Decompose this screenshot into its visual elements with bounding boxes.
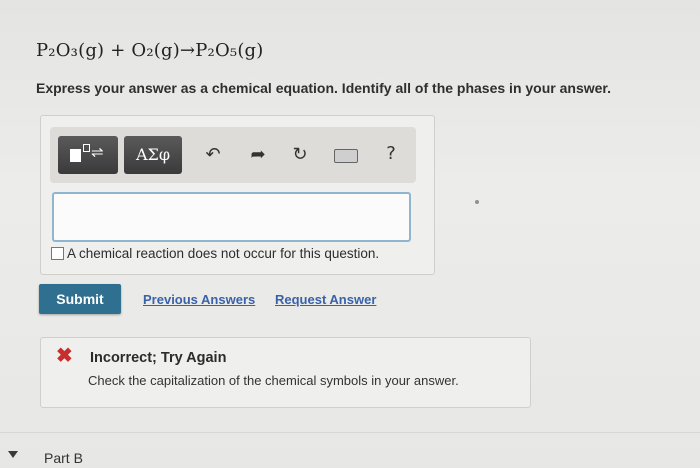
instructions: Express your answer as a chemical equati… xyxy=(36,80,611,96)
keyboard-icon[interactable] xyxy=(330,141,362,167)
keyboard-shape xyxy=(334,149,358,163)
section-divider xyxy=(0,432,700,433)
no-reaction-option[interactable]: A chemical reaction does not occur for t… xyxy=(51,246,379,261)
chevron-down-icon[interactable] xyxy=(8,451,18,458)
no-reaction-label: A chemical reaction does not occur for t… xyxy=(67,246,380,261)
request-answer-link[interactable]: Request Answer xyxy=(275,292,376,307)
templates-button[interactable]: ⇌ xyxy=(58,136,118,174)
previous-answers-link[interactable]: Previous Answers xyxy=(143,292,255,307)
submit-button[interactable]: Submit xyxy=(39,284,121,314)
feedback-message: Check the capitalization of the chemical… xyxy=(88,373,459,388)
no-reaction-checkbox[interactable] xyxy=(51,247,64,260)
redo-icon[interactable]: ➦ xyxy=(245,141,271,167)
error-icon: ✖ xyxy=(56,345,73,367)
answer-input[interactable] xyxy=(52,192,411,242)
template-superscript-icon xyxy=(83,144,90,152)
help-button[interactable]: ? xyxy=(378,141,404,167)
template-icon xyxy=(70,149,81,162)
chemical-equation: P₂O₃(g) + O₂(g)→P₂O₅(g) xyxy=(36,40,264,61)
feedback-title: Incorrect; Try Again xyxy=(90,350,227,366)
stray-mark xyxy=(475,200,479,204)
part-b-header[interactable]: Part B xyxy=(44,450,83,466)
equilibrium-arrows-icon: ⇌ xyxy=(91,144,104,161)
page: P₂O₃(g) + O₂(g)→P₂O₅(g) Express your ans… xyxy=(0,0,700,468)
undo-icon[interactable]: ↶ xyxy=(200,141,226,167)
reset-icon[interactable]: ↻ xyxy=(287,141,313,167)
math-toolbar: ⇌ ΑΣφ ↶ ➦ ↻ ? xyxy=(50,127,416,183)
greek-symbols-button[interactable]: ΑΣφ xyxy=(124,136,182,174)
